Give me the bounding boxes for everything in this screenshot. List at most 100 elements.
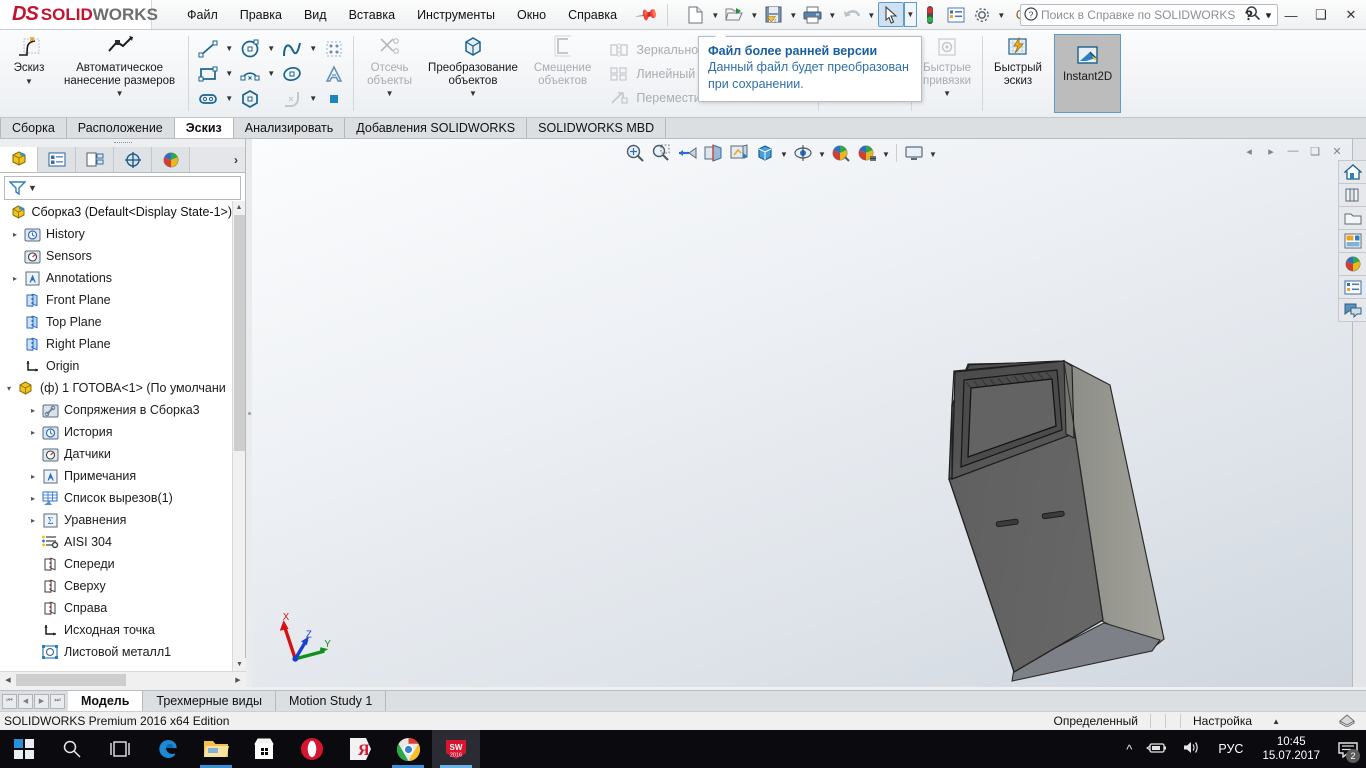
expander-collapsed-icon[interactable]: ▸ (8, 230, 22, 239)
polygon-icon[interactable] (236, 87, 264, 111)
rectangle-icon[interactable] (194, 62, 222, 86)
tree-item-cutlist[interactable]: ▸ Список вырезов(1) (0, 487, 232, 509)
taskbar-microsoft-edge-icon[interactable] (144, 730, 192, 768)
volume-icon[interactable] (1175, 740, 1209, 758)
instant2d-button[interactable]: Instant2D (1053, 34, 1122, 113)
arc-icon[interactable] (236, 62, 264, 86)
view-settings-caret[interactable]: ▼ (927, 141, 939, 165)
slot-caret[interactable]: ▼ (222, 87, 236, 111)
tree-item-origin[interactable]: Origin (0, 355, 232, 377)
rebuild-button[interactable] (917, 2, 943, 27)
taskbar-solidworks-icon[interactable]: SW 2016 (432, 730, 480, 768)
taskbar-opera-icon[interactable] (288, 730, 336, 768)
view-orientation-icon[interactable] (726, 141, 752, 165)
dimxpert-manager-tab[interactable] (114, 147, 152, 172)
line-icon[interactable] (194, 37, 222, 61)
scroll-down-icon[interactable]: ▼ (233, 658, 246, 671)
tree-item-sensors[interactable]: Sensors (0, 245, 232, 267)
taskbar-yandex-browser-icon[interactable]: Я (336, 730, 384, 768)
print-document-button[interactable] (800, 2, 826, 27)
forum-icon[interactable] (1338, 298, 1366, 322)
sketch-button[interactable]: Эскиз ▼ (2, 30, 56, 117)
tree-item-front-plane-ru[interactable]: Спереди (0, 553, 232, 575)
taskbar-microsoft-store-icon[interactable] (240, 730, 288, 768)
first-tab-icon[interactable]: ⏮ (2, 693, 17, 709)
tree-item-part-sensors[interactable]: Датчики (0, 443, 232, 465)
view-palette-icon[interactable] (1338, 229, 1366, 253)
model-3d-kiosk[interactable] (252, 139, 1352, 687)
configuration-manager-tab[interactable] (76, 147, 114, 172)
print-document-caret[interactable]: ▼ (826, 2, 839, 27)
expander-collapsed-icon[interactable]: ▸ (26, 428, 40, 437)
windows-start-icon[interactable] (0, 730, 48, 768)
minimize-icon[interactable]: — (1276, 0, 1306, 30)
convert-entities-dropdown-caret[interactable]: ▼ (469, 89, 477, 98)
feature-tree-tab[interactable] (0, 147, 38, 172)
property-manager-tab[interactable] (38, 147, 76, 172)
quick-snaps-dropdown-caret[interactable]: ▼ (943, 89, 951, 98)
library-icon[interactable] (1338, 183, 1366, 207)
tree-item-part-annotations[interactable]: ▸ Примечания (0, 465, 232, 487)
rapid-sketch-button[interactable]: Быстрый эскиз (986, 30, 1050, 117)
home-icon[interactable] (1338, 160, 1366, 184)
status-settings-caret[interactable]: ▲ (1264, 717, 1288, 726)
save-document-caret[interactable]: ▼ (787, 2, 800, 27)
options-caret[interactable]: ▼ (995, 2, 1008, 27)
scroll-thumb[interactable] (234, 215, 245, 451)
tree-item-sheetmetal[interactable]: Листовой металл1 (0, 641, 232, 663)
taskbar-google-chrome-icon[interactable] (384, 730, 432, 768)
panel-drag-handle[interactable] (0, 139, 245, 147)
scroll-left-icon[interactable]: ◀ (0, 676, 16, 684)
spline-caret[interactable]: ▼ (306, 37, 320, 61)
hide-show-caret[interactable]: ▼ (816, 141, 828, 165)
scroll-right-icon[interactable]: ▶ (230, 676, 246, 684)
display-style-caret[interactable]: ▼ (778, 141, 790, 165)
tab-model[interactable]: Модель (68, 691, 144, 711)
expander-collapsed-icon[interactable]: ▸ (26, 516, 40, 525)
line-caret[interactable]: ▼ (222, 37, 236, 61)
quick-snaps-button[interactable]: Быстрые привязки ▼ (915, 30, 979, 117)
smart-dimension-button[interactable]: Автоматическое нанесение размеров ▼ (56, 30, 183, 117)
taskbar-file-explorer-icon[interactable] (192, 730, 240, 768)
tree-item-origin-ru[interactable]: Исходная точка (0, 619, 232, 641)
menu-insert[interactable]: Вставка (338, 4, 406, 26)
tab-sketch[interactable]: Эскиз (174, 118, 234, 138)
help-button[interactable]: ? (1238, 7, 1261, 23)
tree-item-mates[interactable]: ▸ Сопряжения в Сборка3 (0, 399, 232, 421)
zoom-area-icon[interactable] (648, 141, 674, 165)
restore-icon[interactable]: ❑ (1306, 0, 1336, 30)
menu-help[interactable]: Справка (557, 4, 628, 26)
taskbar-clock[interactable]: 10:45 15.07.2017 (1252, 735, 1330, 763)
tree-item-right-plane-ru[interactable]: Справа (0, 597, 232, 619)
scene-icon[interactable] (854, 141, 880, 165)
select-tool-button[interactable] (877, 2, 904, 27)
new-document-button[interactable] (683, 2, 709, 27)
expander-collapsed-icon[interactable]: ▸ (26, 472, 40, 481)
notification-center-icon[interactable]: 2 (1330, 730, 1366, 768)
menu-view[interactable]: Вид (293, 4, 338, 26)
taskbar-task-view-icon[interactable] (96, 730, 144, 768)
undo-button[interactable] (839, 2, 865, 27)
previous-view-icon[interactable] (674, 141, 700, 165)
expander-collapsed-icon[interactable]: ▸ (26, 494, 40, 503)
appearance-icon[interactable] (828, 141, 854, 165)
tab-solidworks-mbd[interactable]: SOLIDWORKS MBD (527, 118, 667, 138)
undo-caret[interactable]: ▼ (865, 2, 878, 27)
tab-3d-views[interactable]: Трехмерные виды (143, 691, 276, 711)
display-style-icon[interactable] (752, 141, 778, 165)
tree-item-top-plane[interactable]: Top Plane (0, 311, 232, 333)
sketch-dropdown-caret[interactable]: ▼ (25, 77, 33, 86)
scene-caret[interactable]: ▼ (880, 141, 892, 165)
select-tool-caret[interactable]: ▼ (903, 2, 917, 27)
file-properties-button[interactable] (943, 2, 969, 27)
save-document-button[interactable]: ! (761, 2, 787, 27)
menu-edit[interactable]: Правка (229, 4, 293, 26)
prev-tab-icon[interactable]: ◀ (18, 693, 33, 709)
custom-properties-icon[interactable] (1338, 275, 1366, 299)
spline-icon[interactable] (278, 37, 306, 61)
hide-show-icon[interactable] (790, 141, 816, 165)
section-view-icon[interactable] (700, 141, 726, 165)
tab-evaluate[interactable]: Анализировать (233, 118, 346, 138)
hscroll-thumb[interactable] (16, 673, 126, 686)
overlay-icon[interactable] (1338, 712, 1366, 730)
